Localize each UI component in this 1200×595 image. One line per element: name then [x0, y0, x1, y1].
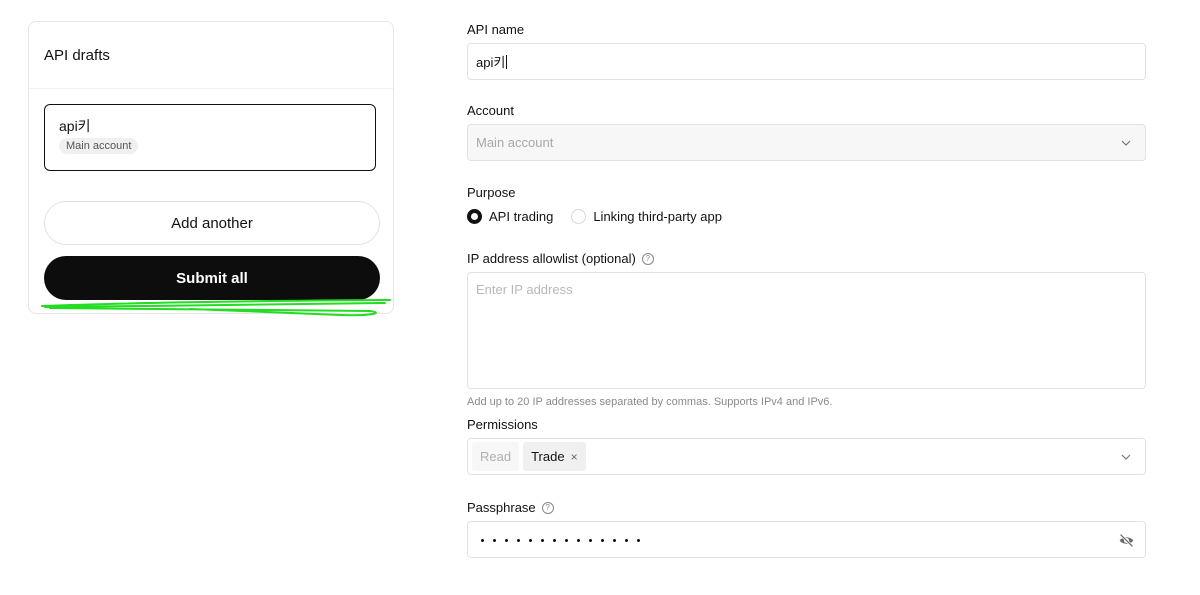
passphrase-dot	[492, 538, 496, 542]
ip-allowlist-label: IP address allowlist (optional) ?	[467, 251, 654, 266]
ip-allowlist-label-text: IP address allowlist (optional)	[467, 251, 636, 266]
radio-api-trading[interactable]: API trading	[467, 209, 553, 224]
passphrase-dot	[636, 538, 640, 542]
passphrase-dot	[624, 538, 628, 542]
radio-unchecked-icon[interactable]	[571, 209, 587, 224]
account-label: Account	[467, 103, 514, 118]
eye-off-icon[interactable]	[1118, 532, 1135, 549]
permissions-select[interactable]: Read Trade ×	[467, 438, 1146, 475]
draft-item[interactable]: api키 Main account	[44, 104, 376, 171]
draft-name: api키	[59, 118, 91, 134]
passphrase-masked-value	[476, 533, 644, 547]
passphrase-dot	[540, 538, 544, 542]
chevron-down-icon	[1121, 140, 1131, 146]
text-caret	[506, 54, 508, 69]
radio-checked-icon[interactable]	[467, 209, 482, 224]
submit-all-button[interactable]: Submit all	[44, 256, 380, 300]
account-select[interactable]: Main account	[467, 124, 1146, 161]
help-icon[interactable]: ?	[541, 501, 554, 514]
remove-tag-icon[interactable]: ×	[571, 450, 578, 464]
add-another-button[interactable]: Add another	[44, 201, 380, 245]
passphrase-dot	[576, 538, 580, 542]
ip-allowlist-textarea[interactable]: Enter IP address	[467, 272, 1146, 389]
account-label-text: Account	[467, 103, 514, 118]
account-value: Main account	[476, 135, 554, 150]
permissions-label: Permissions	[467, 417, 538, 432]
radio-linking-label: Linking third-party app	[593, 209, 722, 224]
permission-tag-read-label: Read	[480, 449, 512, 464]
radio-linking-third-party[interactable]: Linking third-party app	[571, 209, 722, 224]
api-name-value: api키	[476, 55, 506, 70]
ip-allowlist-placeholder: Enter IP address	[476, 282, 573, 297]
chevron-down-icon	[1121, 454, 1131, 460]
passphrase-input[interactable]	[467, 521, 1146, 558]
api-name-label-text: API name	[467, 22, 525, 37]
permission-tag-read: Read	[472, 442, 520, 471]
passphrase-label-text: Passphrase	[467, 500, 536, 515]
passphrase-dot	[600, 538, 604, 542]
passphrase-dot	[516, 538, 520, 542]
passphrase-dot	[528, 538, 532, 542]
passphrase-dot	[552, 538, 556, 542]
radio-api-trading-label: API trading	[489, 209, 554, 224]
draft-account-badge: Main account	[59, 138, 139, 154]
api-name-input[interactable]: api키	[467, 43, 1146, 80]
ip-allowlist-hint: Add up to 20 IP addresses separated by c…	[467, 396, 833, 408]
drafts-title: API drafts	[29, 22, 393, 89]
api-name-label: API name	[467, 22, 524, 37]
purpose-radio-group: API trading Linking third-party app	[467, 209, 740, 224]
purpose-label-text: Purpose	[467, 185, 516, 200]
passphrase-dot	[504, 538, 508, 542]
help-icon[interactable]: ?	[641, 252, 654, 265]
api-drafts-card: API drafts api키 Main account Add another…	[28, 21, 394, 314]
passphrase-label: Passphrase ?	[467, 500, 554, 515]
passphrase-dot	[564, 538, 568, 542]
permissions-label-text: Permissions	[467, 417, 538, 432]
passphrase-dot	[612, 538, 616, 542]
passphrase-dot	[480, 538, 484, 542]
permission-tag-trade-label: Trade	[531, 449, 565, 464]
passphrase-dot	[588, 538, 592, 542]
permission-tag-trade: Trade ×	[523, 442, 586, 471]
purpose-label: Purpose	[467, 185, 515, 200]
